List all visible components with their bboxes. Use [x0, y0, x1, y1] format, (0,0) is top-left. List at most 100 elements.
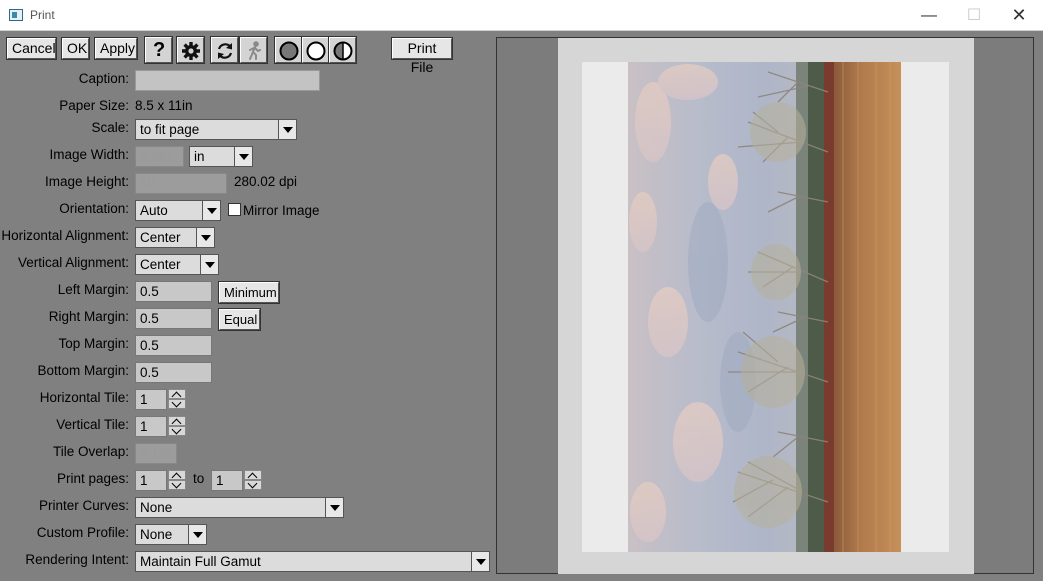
scale-select[interactable]: to fit page — [135, 119, 297, 140]
paper-sheet — [558, 38, 974, 574]
dark-background-button[interactable] — [274, 36, 303, 64]
vertical-alignment-select[interactable]: Center — [135, 254, 219, 275]
refresh-icon — [217, 43, 233, 59]
chevron-down-icon — [196, 228, 214, 247]
horizontal-alignment-select[interactable]: Center — [135, 227, 215, 248]
print-pages-to-label: to — [193, 471, 205, 486]
left-margin-label: Left Margin: — [57, 282, 129, 297]
bottom-margin-input[interactable]: 0.5 — [135, 362, 212, 383]
custom-profile-select[interactable]: None — [135, 524, 207, 545]
caption-input[interactable] — [135, 70, 320, 91]
tile-overlap-input[interactable]: 0.125 — [135, 443, 177, 464]
printer-curves-select[interactable]: None — [135, 497, 344, 518]
decrement-icon[interactable] — [168, 399, 186, 409]
right-margin-input[interactable]: 0.5 — [135, 308, 212, 329]
vertical-alignment-value: Center — [140, 257, 181, 272]
unit-value: in — [194, 149, 205, 164]
scale-label: Scale: — [91, 120, 129, 135]
chevron-down-icon — [200, 255, 218, 274]
rendering-intent-label: Rendering Intent: — [25, 552, 129, 567]
minimize-button[interactable]: — — [906, 0, 952, 31]
minimum-button[interactable]: Minimum — [218, 281, 280, 304]
top-margin-label: Top Margin: — [58, 336, 129, 351]
printable-area — [582, 62, 949, 552]
app-icon — [9, 9, 23, 21]
image-width-input[interactable]: 5.567 — [135, 146, 184, 167]
horizontal-alignment-label: Horizontal Alignment: — [1, 228, 129, 243]
preview-photo — [628, 62, 901, 552]
chevron-down-icon — [188, 525, 206, 544]
circle-half-icon — [333, 41, 353, 61]
image-height-label: Image Height: — [44, 174, 129, 189]
close-button[interactable]: ✕ — [996, 0, 1042, 31]
print-file-button[interactable]: Print File — [391, 37, 453, 75]
unit-select[interactable]: in — [189, 146, 253, 167]
chevron-down-icon — [278, 120, 296, 139]
settings-button[interactable] — [176, 36, 205, 64]
rendering-intent-select[interactable]: Maintain Full Gamut — [135, 551, 490, 572]
print-pages-to-stepper[interactable] — [244, 470, 262, 491]
decrement-icon[interactable] — [168, 426, 186, 436]
ok-button[interactable]: OK — [61, 37, 90, 60]
right-margin-label: Right Margin: — [48, 309, 129, 324]
chevron-down-icon — [325, 498, 343, 517]
paper-size-label: Paper Size: — [59, 98, 129, 113]
dpi-value: 280.02 dpi — [234, 174, 298, 189]
image-height-input[interactable]: 10 — [135, 173, 227, 194]
tile-overlap-label: Tile Overlap: — [52, 444, 129, 459]
orientation-value: Auto — [140, 203, 168, 218]
title-bar: Print — ☐ ✕ — [0, 0, 1043, 31]
circle-white-icon — [306, 41, 326, 61]
equal-button[interactable]: Equal — [218, 308, 261, 331]
image-width-label: Image Width: — [49, 147, 129, 162]
horizontal-tile-label: Horizontal Tile: — [39, 390, 129, 405]
gear-icon — [182, 42, 200, 60]
decrement-icon[interactable] — [244, 480, 262, 490]
caption-label: Caption: — [78, 71, 129, 86]
white-background-button[interactable] — [301, 36, 330, 64]
left-margin-input[interactable]: 0.5 — [135, 281, 212, 302]
print-preview — [496, 37, 1034, 574]
bottom-margin-label: Bottom Margin: — [37, 363, 129, 378]
printer-curves-label: Printer Curves: — [38, 498, 129, 513]
vertical-tile-stepper[interactable] — [168, 416, 186, 437]
rendering-intent-value: Maintain Full Gamut — [140, 554, 261, 569]
decrement-icon[interactable] — [168, 480, 186, 490]
top-margin-input[interactable]: 0.5 — [135, 335, 212, 356]
vertical-tile-input[interactable]: 1 — [135, 416, 167, 437]
half-background-button[interactable] — [328, 36, 357, 64]
vertical-tile-label: Vertical Tile: — [56, 417, 129, 432]
custom-profile-value: None — [140, 527, 173, 542]
mirror-image-label: Mirror Image — [243, 203, 320, 218]
run-button[interactable] — [239, 36, 268, 64]
print-pages-from-stepper[interactable] — [168, 470, 186, 491]
orientation-label: Orientation: — [59, 201, 129, 216]
horizontal-alignment-value: Center — [140, 230, 181, 245]
print-pages-from-input[interactable]: 1 — [135, 470, 167, 491]
print-pages-to-input[interactable]: 1 — [211, 470, 243, 491]
printer-curves-value: None — [140, 500, 173, 515]
paper-size-value: 8.5 x 11in — [135, 98, 193, 113]
custom-profile-label: Custom Profile: — [36, 525, 129, 540]
horizontal-tile-input[interactable]: 1 — [135, 389, 167, 410]
maximize-button[interactable]: ☐ — [951, 0, 997, 31]
landscape-image — [628, 62, 901, 552]
run-icon — [249, 41, 261, 60]
help-button[interactable]: ? — [144, 36, 173, 64]
scale-value: to fit page — [140, 122, 200, 137]
help-icon: ? — [153, 39, 166, 61]
print-dialog: Print — ☐ ✕ Cancel OK Apply ? Print File… — [0, 0, 1043, 581]
apply-button[interactable]: Apply — [94, 37, 138, 60]
mirror-image-checkbox[interactable] — [228, 203, 241, 216]
print-pages-label: Print pages: — [56, 471, 129, 486]
chevron-down-icon — [202, 201, 220, 220]
orientation-select[interactable]: Auto — [135, 200, 221, 221]
horizontal-tile-stepper[interactable] — [168, 389, 186, 410]
cancel-button[interactable]: Cancel — [6, 37, 57, 60]
refresh-button[interactable] — [210, 36, 239, 64]
chevron-down-icon — [234, 147, 252, 166]
window-title: Print — [30, 8, 55, 22]
chevron-down-icon — [471, 552, 489, 571]
circle-dark-icon — [279, 41, 299, 61]
vertical-alignment-label: Vertical Alignment: — [17, 255, 129, 270]
